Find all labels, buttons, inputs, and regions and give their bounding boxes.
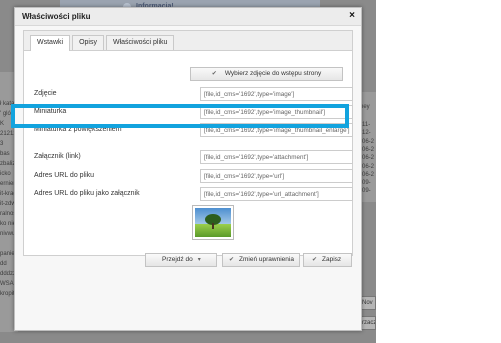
bg-date-item: -11- xyxy=(360,122,371,128)
goto-button[interactable]: Przejdź do ▾ xyxy=(145,253,217,267)
bg-button-nov: Nov xyxy=(360,296,376,310)
blank-area: Nov rzacz xyxy=(360,0,501,343)
tabs-bar: Wstawki Opisy Właściwości pliku xyxy=(24,31,352,51)
check-icon: ✔ xyxy=(229,257,235,263)
bg-date-item: -12- xyxy=(360,130,371,137)
bg-button-rzacz: rzacz xyxy=(360,316,376,330)
pick-intro-image-label: Wybierz zdjęcie do wstępu strony xyxy=(224,70,322,77)
highlight-box xyxy=(11,104,349,128)
field-label: Adres URL do pliku xyxy=(34,172,95,179)
bg-date-item: -06-2 xyxy=(360,155,375,162)
field-label: Załącznik (link) xyxy=(34,153,81,160)
dialog-header: Właściwości pliku × xyxy=(15,8,361,26)
save-label: Zapisz xyxy=(322,256,342,263)
field-row-attachment: Załącznik (link) [file,id_cms='1692',typ… xyxy=(34,150,353,164)
save-button[interactable]: ✔ Zapisz xyxy=(303,253,352,267)
check-icon: ✔ xyxy=(211,71,217,77)
bg-right-header: ney xyxy=(360,104,370,110)
field-row-image: Zdjęcie [file,id_cms='1692',type='image'… xyxy=(34,87,353,101)
tab-wlasciwosci-pliku[interactable]: Właściwości pliku xyxy=(105,35,175,50)
bg-date-item: -06-2 xyxy=(360,171,375,178)
pick-intro-image-button[interactable]: ✔ Wybierz zdjęcie do wstępu strony xyxy=(190,67,343,81)
bg-date-item: -06-2 xyxy=(360,138,375,145)
dialog-title: Właściwości pliku xyxy=(22,12,91,21)
file-properties-dialog: Właściwości pliku × Wstawki Opisy Właściwo… xyxy=(14,7,362,331)
bg-date-item: -06-2 xyxy=(360,163,375,170)
bg-date-item: -09- xyxy=(360,180,371,187)
bg-date-item: -09- xyxy=(360,188,371,195)
bg-date-item: -06-2 xyxy=(360,146,375,153)
tab-opisy[interactable]: Opisy xyxy=(72,35,104,50)
check-icon: ✔ xyxy=(312,257,318,263)
field-row-url-attachment: Adres URL do pliku jako załącznik [file,… xyxy=(34,187,353,201)
change-permissions-label: Zmień uprawnienia xyxy=(239,256,294,263)
url-code-field[interactable]: [file,id_cms='1692',type='url'] xyxy=(200,169,353,183)
url-attachment-code-field[interactable]: [file,id_cms='1692',type='url_attachment… xyxy=(200,187,353,201)
close-icon[interactable]: × xyxy=(349,11,355,21)
change-permissions-button[interactable]: ✔ Zmień uprawnienia xyxy=(222,253,300,267)
attachment-code-field[interactable]: [file,id_cms='1692',type='attachment'] xyxy=(200,150,353,164)
image-code-field[interactable]: [file,id_cms='1692',type='image'] xyxy=(200,87,353,101)
field-label: Adres URL do pliku jako załącznik xyxy=(34,190,140,197)
tab-wstawki[interactable]: Wstawki xyxy=(30,35,71,51)
field-row-url: Adres URL do pliku [file,id_cms='1692',t… xyxy=(34,169,353,183)
field-label: Zdjęcie xyxy=(34,90,57,97)
image-thumbnail xyxy=(192,205,234,240)
chevron-down-icon: ▾ xyxy=(197,257,201,263)
goto-label: Przejdź do xyxy=(162,256,193,263)
tabs-panel: Wstawki Opisy Właściwości pliku ✔ Wybierz z… xyxy=(23,30,353,256)
